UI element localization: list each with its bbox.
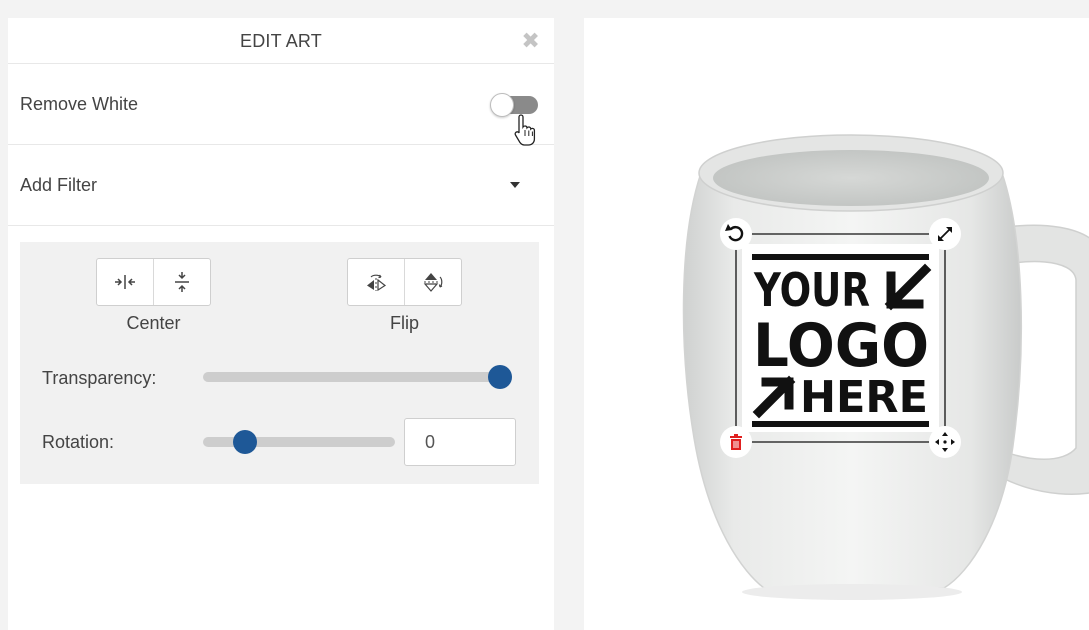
mug-shadow xyxy=(742,584,962,600)
chevron-down-icon[interactable] xyxy=(510,182,520,188)
panel-header: EDIT ART ✖ xyxy=(8,18,554,64)
remove-white-row: Remove White xyxy=(8,64,554,145)
flip-vertical-icon xyxy=(423,273,443,292)
center-horizontal-button[interactable] xyxy=(97,259,153,305)
logo-line-1: YOUR xyxy=(753,263,870,317)
flip-horizontal-icon xyxy=(367,274,387,292)
product-preview: YOUR LOGO HERE xyxy=(584,18,1089,630)
flip-vertical-button[interactable] xyxy=(404,259,461,305)
logo-line-3: HERE xyxy=(800,372,928,423)
transparency-label: Transparency: xyxy=(42,368,157,388)
close-icon[interactable]: ✖ xyxy=(521,18,540,64)
logo-top-bar xyxy=(752,254,929,260)
center-vertical-button[interactable] xyxy=(153,259,210,305)
logo-line-2: LOGO xyxy=(753,311,929,381)
transparency-slider-thumb[interactable] xyxy=(488,365,512,389)
flip-horizontal-button[interactable] xyxy=(348,259,404,305)
add-filter-row[interactable]: Add Filter xyxy=(8,145,554,226)
mug-inner xyxy=(713,150,989,206)
rotation-slider-thumb[interactable] xyxy=(233,430,258,454)
toggle-knob xyxy=(490,93,514,117)
transparency-slider[interactable] xyxy=(203,372,512,382)
rotate-icon[interactable] xyxy=(720,218,752,250)
edit-art-panel: EDIT ART ✖ Remove White Add Filter Cente… xyxy=(8,18,554,630)
art-tools: Center Flip Transparency: Rotation: 0 xyxy=(20,242,539,484)
panel-title: EDIT ART xyxy=(240,31,322,51)
center-vertical-icon xyxy=(175,272,189,292)
move-icon[interactable] xyxy=(929,426,961,458)
remove-white-label: Remove White xyxy=(20,94,139,114)
logo-selection-frame[interactable]: YOUR LOGO HERE xyxy=(735,233,946,443)
rotation-input[interactable] xyxy=(404,418,516,466)
center-button-group xyxy=(96,258,211,306)
resize-icon[interactable] xyxy=(929,218,961,250)
flip-label: Flip xyxy=(389,313,419,333)
center-horizontal-icon xyxy=(115,275,135,289)
rotation-label: Rotation: xyxy=(42,432,115,452)
add-filter-label: Add Filter xyxy=(20,175,98,195)
flip-button-group xyxy=(347,258,462,306)
rotation-slider[interactable] xyxy=(203,437,395,447)
hand-pointer-icon xyxy=(514,114,536,146)
remove-white-toggle[interactable] xyxy=(490,93,540,117)
center-label: Center xyxy=(126,313,181,333)
delete-icon[interactable] xyxy=(720,426,752,458)
mug-preview: YOUR LOGO HERE xyxy=(682,134,1089,600)
